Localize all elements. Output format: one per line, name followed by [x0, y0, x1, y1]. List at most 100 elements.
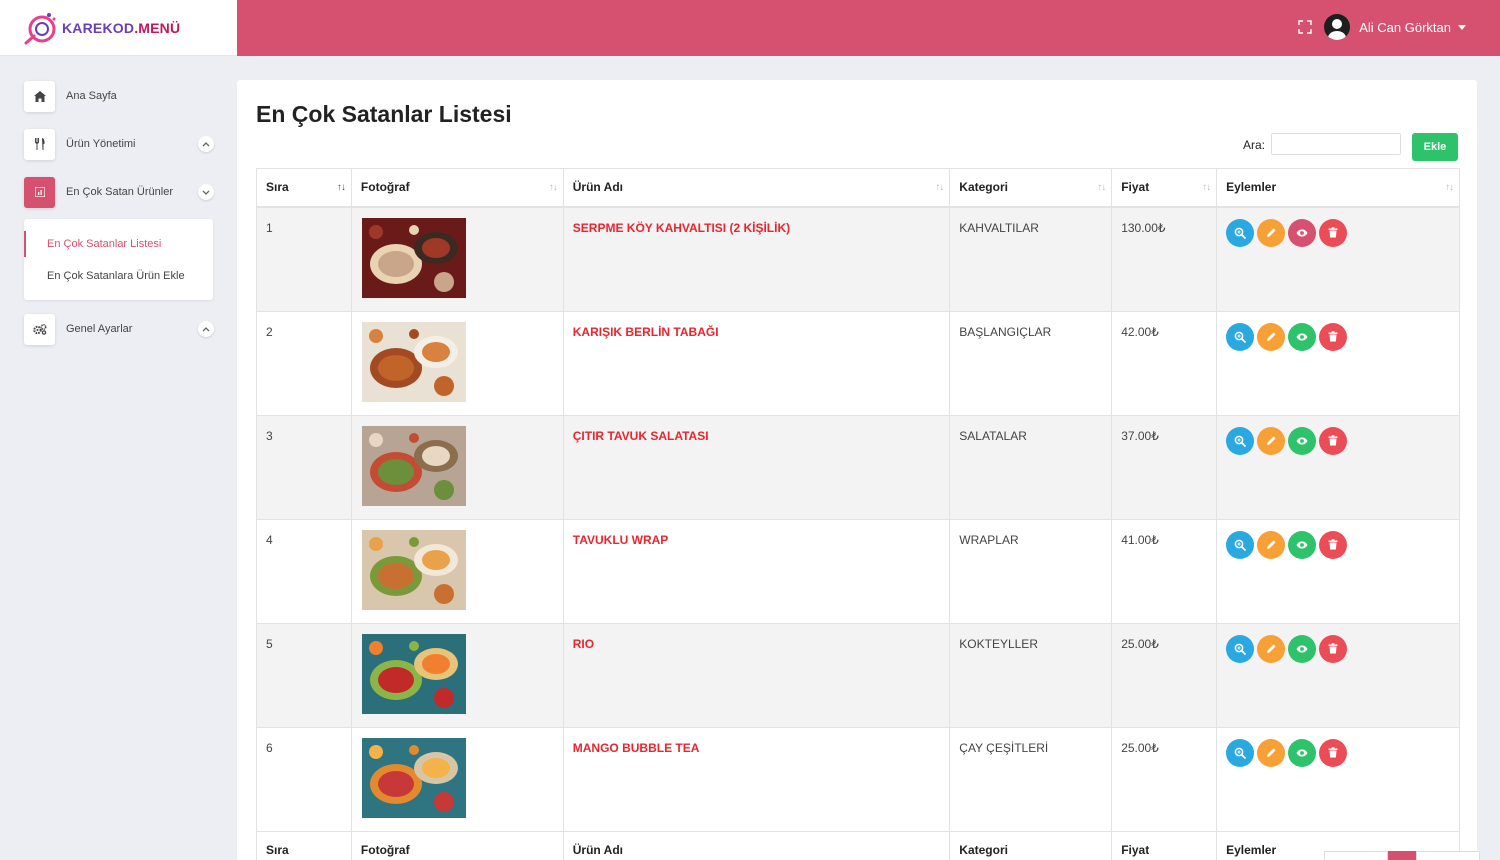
- brand-name: KAREKOD.MENÜ: [62, 19, 181, 36]
- sidebar-item-label: Ana Sayfa: [66, 90, 117, 102]
- product-name-link[interactable]: SERPME KÖY KAHVALTISI (2 KİŞİLİK): [573, 221, 790, 235]
- actions-cell: [1216, 518, 1460, 624]
- submenu-item-add-best-seller[interactable]: En Çok Satanlara Ürün Ekle: [47, 270, 185, 282]
- edit-button[interactable]: [1257, 530, 1286, 559]
- product-name-cell: KARIŞIK BERLİN TABAĞI: [562, 310, 951, 416]
- visibility-toggle-button[interactable]: [1288, 530, 1317, 559]
- submenu-item-best-sellers-list[interactable]: En Çok Satanlar Listesi: [47, 238, 161, 250]
- table-row: 4 TAVUKLU WRAP WRAPLAR 41.00₺: [256, 518, 1460, 624]
- eye-icon: [1296, 229, 1308, 237]
- table-row: 5 RIO KOKTEYLLER 25.00₺: [256, 622, 1460, 728]
- price-cell: 25.00₺: [1111, 622, 1218, 728]
- delete-button[interactable]: [1319, 530, 1348, 559]
- view-button[interactable]: [1226, 322, 1255, 351]
- product-name-link[interactable]: MANGO BUBBLE TEA: [573, 741, 700, 755]
- product-name-cell: SERPME KÖY KAHVALTISI (2 KİŞİLİK): [562, 206, 951, 312]
- actions-cell: [1216, 726, 1460, 832]
- column-header-price[interactable]: Fiyat ↑↓: [1111, 168, 1218, 208]
- view-button[interactable]: [1226, 634, 1255, 663]
- logo-icon: [24, 12, 56, 44]
- table-row: 2 KARIŞIK BERLİN TABAĞI BAŞLANGIÇLAR 42.00₺: [256, 310, 1460, 416]
- column-header-category[interactable]: Kategori ↑↓: [949, 168, 1113, 208]
- edit-button[interactable]: [1257, 218, 1286, 247]
- zoom-in-icon: [1234, 227, 1247, 239]
- delete-button[interactable]: [1319, 738, 1348, 767]
- sidebar-item-home[interactable]: Ana Sayfa: [24, 80, 214, 112]
- view-button[interactable]: [1226, 530, 1255, 559]
- column-footer-product-name: Ürün Adı: [562, 830, 951, 860]
- column-header-photo[interactable]: Fotoğraf ↑↓: [350, 168, 564, 208]
- visibility-toggle-button[interactable]: [1288, 218, 1317, 247]
- chevron-up-icon[interactable]: [198, 136, 214, 152]
- zoom-in-icon: [1234, 747, 1247, 759]
- view-button[interactable]: [1226, 426, 1255, 455]
- product-photo: [361, 425, 466, 506]
- product-name-link[interactable]: ÇITIR TAVUK SALATASI: [573, 429, 709, 443]
- search-input[interactable]: [1271, 133, 1401, 155]
- actions-cell: [1216, 206, 1460, 312]
- visibility-toggle-button[interactable]: [1288, 634, 1317, 663]
- product-name-link[interactable]: RIO: [573, 637, 594, 651]
- edit-button[interactable]: [1257, 322, 1286, 351]
- pagination-current-page[interactable]: [1388, 851, 1416, 860]
- product-name-link[interactable]: TAVUKLU WRAP: [573, 533, 669, 547]
- photo-cell: [350, 622, 564, 728]
- fullscreen-icon[interactable]: [1297, 19, 1313, 35]
- visibility-toggle-button[interactable]: [1288, 738, 1317, 767]
- zoom-in-icon: [1234, 539, 1247, 551]
- edit-button[interactable]: [1257, 738, 1286, 767]
- chart-icon: [24, 176, 55, 208]
- table-footer-row: Sıra Fotoğraf Ürün Adı Kategori Fiyat Ey…: [256, 830, 1460, 860]
- sidebar-item-label: Ürün Yönetimi: [66, 138, 136, 150]
- brand-logo[interactable]: KAREKOD.MENÜ: [0, 0, 237, 56]
- zoom-in-icon: [1234, 331, 1247, 343]
- sort-icon: ↑↓: [935, 182, 944, 193]
- visibility-toggle-button[interactable]: [1288, 426, 1317, 455]
- active-indicator: [24, 231, 26, 257]
- delete-button[interactable]: [1319, 426, 1348, 455]
- pagination-prev[interactable]: [1324, 851, 1388, 860]
- category-cell: ÇAY ÇEŞİTLERİ: [949, 726, 1113, 832]
- product-photo: [361, 529, 466, 610]
- sort-icon: ↑↓: [548, 182, 558, 193]
- top-bar: Ali Can Görktan: [237, 0, 1500, 56]
- pagination-next[interactable]: [1416, 851, 1480, 860]
- column-header-product-name[interactable]: Ürün Adı ↑↓: [562, 168, 951, 208]
- column-footer-rank: Sıra: [256, 830, 352, 860]
- user-menu[interactable]: Ali Can Görktan: [1324, 14, 1466, 40]
- delete-button[interactable]: [1319, 634, 1348, 663]
- column-header-label: Fotoğraf: [360, 180, 410, 195]
- add-button[interactable]: Ekle: [1412, 133, 1458, 161]
- sidebar-item-general-settings[interactable]: Genel Ayarlar: [24, 313, 214, 345]
- chevron-up-icon[interactable]: [198, 321, 214, 337]
- edit-button[interactable]: [1257, 634, 1286, 663]
- rank-cell: 5: [256, 622, 352, 728]
- column-header-rank[interactable]: Sıra ↑↓: [256, 168, 352, 208]
- sidebar-item-best-sellers[interactable]: En Çok Satan Ürünler: [24, 176, 214, 208]
- column-header-actions[interactable]: Eylemler ↑↓: [1216, 168, 1460, 208]
- product-photo: [361, 217, 466, 298]
- delete-button[interactable]: [1319, 218, 1348, 247]
- edit-button[interactable]: [1257, 426, 1286, 455]
- product-name-link[interactable]: KARIŞIK BERLİN TABAĞI: [573, 325, 719, 339]
- table-row: 1 SERPME KÖY KAHVALTISI (2 KİŞİLİK) KAHVAL…: [256, 206, 1460, 312]
- product-name-cell: ÇITIR TAVUK SALATASI: [562, 414, 951, 520]
- pencil-icon: [1266, 227, 1277, 238]
- sidebar-item-product-management[interactable]: Ürün Yönetimi: [24, 128, 214, 160]
- column-footer-category: Kategori: [949, 830, 1113, 860]
- sort-icon: ↑↓: [336, 182, 346, 193]
- view-button[interactable]: [1226, 218, 1255, 247]
- category-cell: WRAPLAR: [949, 518, 1113, 624]
- pagination: [1324, 851, 1480, 860]
- column-footer-photo: Fotoğraf: [350, 830, 564, 860]
- visibility-toggle-button[interactable]: [1288, 322, 1317, 351]
- delete-button[interactable]: [1319, 322, 1348, 351]
- user-name: Ali Can Görktan: [1359, 19, 1451, 35]
- photo-cell: [350, 310, 564, 416]
- view-button[interactable]: [1226, 738, 1255, 767]
- trash-icon: [1328, 331, 1338, 342]
- photo-cell: [350, 206, 564, 312]
- rank-cell: 4: [256, 518, 352, 624]
- chevron-down-icon[interactable]: [198, 184, 214, 200]
- pencil-icon: [1266, 435, 1277, 446]
